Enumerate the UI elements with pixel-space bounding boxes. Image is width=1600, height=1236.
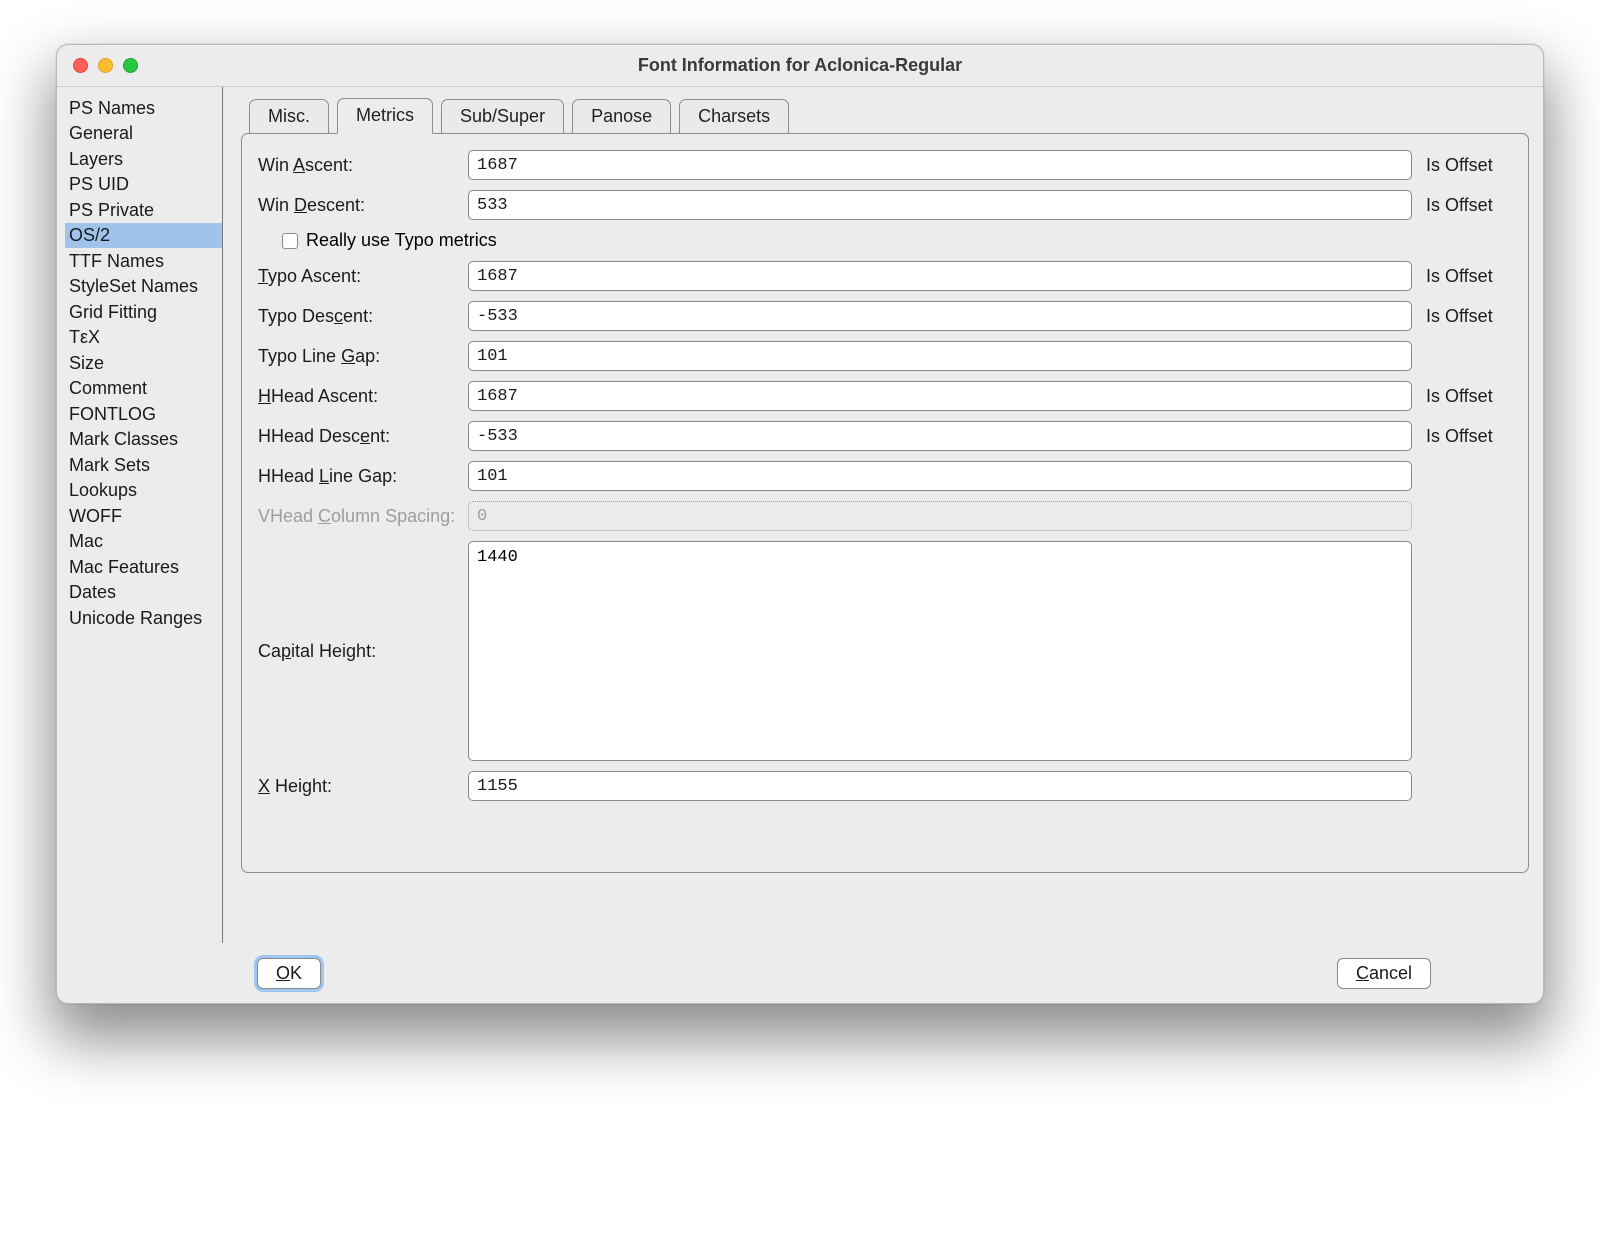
capital-height-input[interactable] [468,541,1412,761]
hhead-descent-input[interactable] [468,421,1412,451]
win-ascent-offset-label[interactable]: Is Offset [1412,155,1512,176]
font-info-window: Font Information for Aclonica-Regular PS… [56,44,1544,1004]
sidebar-item-os-2[interactable]: OS/2 [65,223,222,249]
sidebar: PS NamesGeneralLayersPS UIDPS PrivateOS/… [57,87,223,943]
sidebar-item-fontlog[interactable]: FONTLOG [65,401,222,427]
vhead-colspacing-input [468,501,1412,531]
content-panel: Misc.MetricsSub/SuperPanoseCharsets Win … [223,87,1543,943]
sidebar-item-ttf-names[interactable]: TTF Names [65,248,222,274]
typo-descent-input[interactable] [468,301,1412,331]
typo-ascent-input[interactable] [468,261,1412,291]
titlebar: Font Information for Aclonica-Regular [57,45,1543,87]
sidebar-item-styleset-names[interactable]: StyleSet Names [65,274,222,300]
sidebar-item-layers[interactable]: Layers [65,146,222,172]
hhead-ascent-input[interactable] [468,381,1412,411]
sidebar-item-ps-private[interactable]: PS Private [65,197,222,223]
win-ascent-input[interactable] [468,150,1412,180]
use-typo-metrics-label: Really use Typo metrics [306,230,497,251]
hhead-linegap-input[interactable] [468,461,1412,491]
cancel-button[interactable]: Cancel [1337,958,1431,989]
typo-descent-offset-label[interactable]: Is Offset [1412,306,1512,327]
hhead-ascent-offset-label[interactable]: Is Offset [1412,386,1512,407]
win-descent-label: Win Descent: [258,195,468,216]
window-title: Font Information for Aclonica-Regular [57,55,1543,76]
typo-linegap-label: Typo Line Gap: [258,346,468,367]
sidebar-item-woff[interactable]: WOFF [65,503,222,529]
sidebar-item-mark-classes[interactable]: Mark Classes [65,427,222,453]
tab-panose[interactable]: Panose [572,99,671,134]
dialog-buttons: OK Cancel [57,943,1543,1003]
sidebar-item-grid-fitting[interactable]: Grid Fitting [65,299,222,325]
tab-misc-[interactable]: Misc. [249,99,329,134]
sidebar-item-ps-uid[interactable]: PS UID [65,172,222,198]
tab-sub-super[interactable]: Sub/Super [441,99,564,134]
sidebar-item-t-x[interactable]: TεX [65,325,222,351]
tab-metrics[interactable]: Metrics [337,98,433,134]
window-controls [73,58,138,73]
sidebar-item-mac[interactable]: Mac [65,529,222,555]
metrics-panel: Win Ascent: Is Offset Win Descent: Is Of… [241,133,1529,873]
ok-button[interactable]: OK [257,958,321,989]
typo-linegap-input[interactable] [468,341,1412,371]
sidebar-item-ps-names[interactable]: PS Names [65,95,222,121]
sidebar-item-comment[interactable]: Comment [65,376,222,402]
sidebar-item-lookups[interactable]: Lookups [65,478,222,504]
sidebar-item-dates[interactable]: Dates [65,580,222,606]
hhead-descent-offset-label[interactable]: Is Offset [1412,426,1512,447]
x-height-input[interactable] [468,771,1412,801]
typo-descent-label: Typo Descent: [258,306,468,327]
x-height-label: X Height: [258,776,468,797]
close-icon[interactable] [73,58,88,73]
win-descent-offset-label[interactable]: Is Offset [1412,195,1512,216]
hhead-linegap-label: HHead Line Gap: [258,466,468,487]
sidebar-item-size[interactable]: Size [65,350,222,376]
minimize-icon[interactable] [98,58,113,73]
zoom-icon[interactable] [123,58,138,73]
hhead-descent-label: HHead Descent: [258,426,468,447]
sidebar-item-mark-sets[interactable]: Mark Sets [65,452,222,478]
checkbox-icon [282,233,298,249]
tab-charsets[interactable]: Charsets [679,99,789,134]
sidebar-item-unicode-ranges[interactable]: Unicode Ranges [65,605,222,631]
sidebar-item-mac-features[interactable]: Mac Features [65,554,222,580]
win-ascent-label: Win Ascent: [258,155,468,176]
vhead-colspacing-label: VHead Column Spacing: [258,506,468,527]
hhead-ascent-label: HHead Ascent: [258,386,468,407]
use-typo-metrics-checkbox[interactable]: Really use Typo metrics [282,230,1512,251]
capital-height-label: Capital Height: [258,641,468,662]
typo-ascent-offset-label[interactable]: Is Offset [1412,266,1512,287]
tabs-row: Misc.MetricsSub/SuperPanoseCharsets [249,97,1529,133]
typo-ascent-label: Typo Ascent: [258,266,468,287]
sidebar-item-general[interactable]: General [65,121,222,147]
win-descent-input[interactable] [468,190,1412,220]
